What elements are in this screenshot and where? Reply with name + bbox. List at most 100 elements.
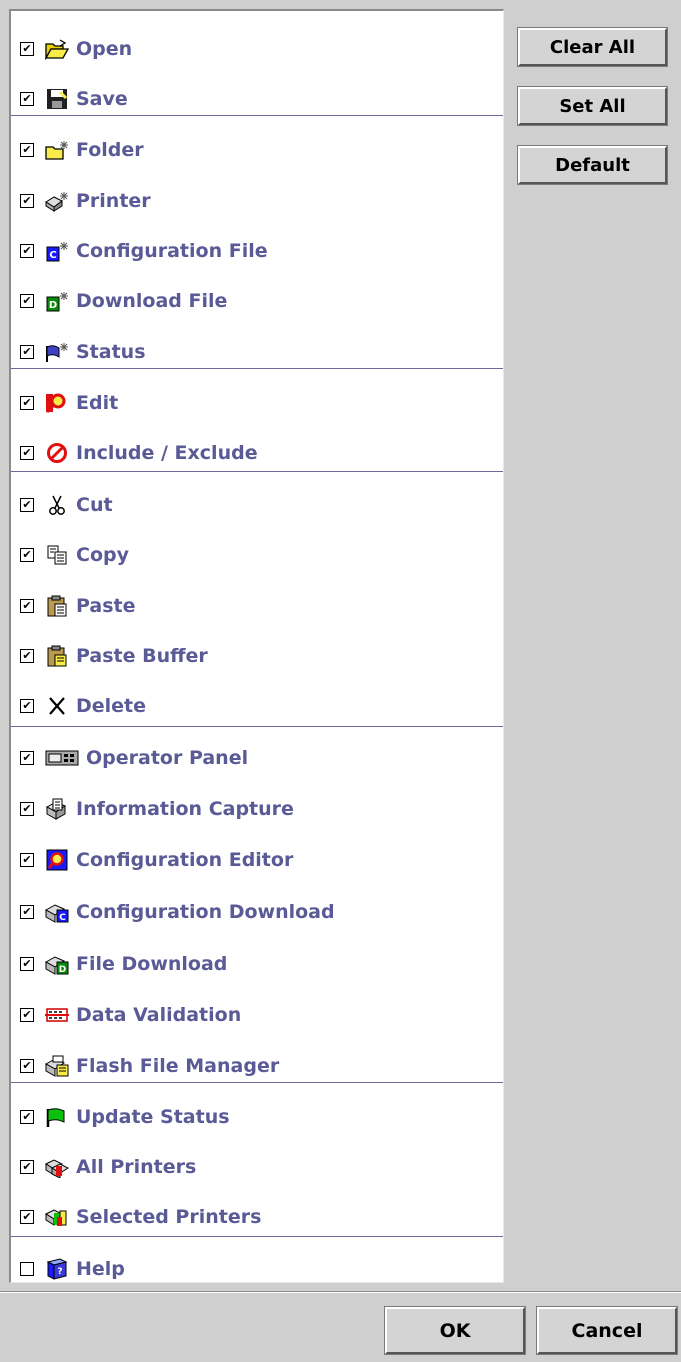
checkbox[interactable]: ✔ — [20, 143, 34, 157]
checkbox[interactable]: ✔ — [20, 905, 34, 919]
flash-file-manager-icon — [44, 1054, 70, 1078]
item-label: Printer — [76, 190, 151, 212]
ok-button[interactable]: OK — [384, 1306, 526, 1355]
checkbox[interactable]: ✔ — [20, 345, 34, 359]
svg-text:C: C — [59, 913, 66, 923]
item-label: Update Status — [76, 1106, 230, 1128]
list-item-information-capture[interactable]: ✔ Information Capture — [11, 787, 503, 831]
set-all-button[interactable]: Set All — [517, 86, 668, 126]
paste-clipboard-icon — [44, 594, 70, 618]
prohibited-icon — [44, 441, 70, 465]
new-printer-icon — [44, 189, 70, 213]
checkbox[interactable]: ✔ — [20, 599, 34, 613]
scissors-icon — [44, 493, 70, 517]
checkbox[interactable]: ✔ — [20, 699, 34, 713]
help-book-icon: ? — [44, 1257, 70, 1281]
list-item-configuration-editor[interactable]: ✔ Configuration Editor — [11, 838, 503, 882]
list-item-help[interactable]: ? Help — [11, 1247, 503, 1291]
save-disk-icon — [44, 87, 70, 111]
list-item-operator-panel[interactable]: ✔ Operator Panel — [11, 736, 503, 780]
selected-printers-icon — [44, 1205, 70, 1229]
list-item-download-file[interactable]: ✔ D Download File — [11, 279, 503, 323]
item-label: Status — [76, 341, 146, 363]
separator — [11, 115, 503, 116]
item-label: Paste Buffer — [76, 645, 208, 667]
bottom-divider — [0, 1291, 681, 1293]
list-item-open[interactable]: ✔ Open — [11, 27, 503, 71]
list-item-folder[interactable]: ✔ Folder — [11, 128, 503, 172]
checkbox[interactable] — [20, 1262, 34, 1276]
separator — [11, 1082, 503, 1083]
item-label: Copy — [76, 544, 129, 566]
item-label: Configuration File — [76, 240, 268, 262]
list-item-data-validation[interactable]: ✔ Data Validation — [11, 993, 503, 1037]
checkbox[interactable]: ✔ — [20, 396, 34, 410]
svg-text:D: D — [49, 300, 57, 311]
copy-icon — [44, 543, 70, 567]
checkbox[interactable]: ✔ — [20, 649, 34, 663]
item-label: Cut — [76, 494, 113, 516]
operator-panel-icon — [44, 746, 80, 770]
new-folder-icon — [44, 138, 70, 162]
list-item-file-download[interactable]: ✔ D File Download — [11, 942, 503, 986]
list-item-all-printers[interactable]: ✔ All Printers — [11, 1145, 503, 1189]
item-label: Include / Exclude — [76, 442, 258, 464]
checkbox[interactable]: ✔ — [20, 1160, 34, 1174]
list-item-copy[interactable]: ✔ Copy — [11, 533, 503, 577]
separator — [11, 1236, 503, 1237]
checkbox[interactable]: ✔ — [20, 1210, 34, 1224]
checkbox[interactable]: ✔ — [20, 92, 34, 106]
checkbox[interactable]: ✔ — [20, 244, 34, 258]
toolbar-items-list: ✔ Open ✔ Save ✔ Folder ✔ Printer ✔ C Con… — [9, 9, 504, 1283]
clear-all-button[interactable]: Clear All — [517, 27, 668, 67]
open-folder-icon — [44, 37, 70, 61]
list-item-selected-printers[interactable]: ✔ Selected Printers — [11, 1195, 503, 1239]
checkbox[interactable]: ✔ — [20, 42, 34, 56]
list-item-include-exclude[interactable]: ✔ Include / Exclude — [11, 431, 503, 475]
new-status-flag-icon — [44, 340, 70, 364]
list-item-paste-buffer[interactable]: ✔ Paste Buffer — [11, 634, 503, 678]
file-download-icon: D — [44, 952, 70, 976]
checkbox[interactable]: ✔ — [20, 1110, 34, 1124]
checkbox[interactable]: ✔ — [20, 751, 34, 765]
data-validation-icon — [44, 1003, 70, 1027]
item-label: Operator Panel — [86, 747, 249, 769]
checkbox[interactable]: ✔ — [20, 957, 34, 971]
edit-magnifier-icon — [44, 391, 70, 415]
checkbox[interactable]: ✔ — [20, 294, 34, 308]
cancel-button[interactable]: Cancel — [536, 1306, 678, 1355]
checkbox[interactable]: ✔ — [20, 853, 34, 867]
item-label: Folder — [76, 139, 144, 161]
item-label: Configuration Download — [76, 901, 335, 923]
list-item-cut[interactable]: ✔ Cut — [11, 483, 503, 527]
item-label: Open — [76, 38, 133, 60]
checkbox[interactable]: ✔ — [20, 548, 34, 562]
checkbox[interactable]: ✔ — [20, 1008, 34, 1022]
checkbox[interactable]: ✔ — [20, 498, 34, 512]
checkbox[interactable]: ✔ — [20, 194, 34, 208]
information-capture-icon — [44, 797, 70, 821]
list-item-update-status[interactable]: ✔ Update Status — [11, 1095, 503, 1139]
item-label: All Printers — [76, 1156, 197, 1178]
configuration-editor-icon — [44, 848, 70, 872]
paste-buffer-icon — [44, 644, 70, 668]
default-button[interactable]: Default — [517, 145, 668, 185]
list-item-paste[interactable]: ✔ Paste — [11, 584, 503, 628]
new-download-file-icon: D — [44, 289, 70, 313]
checkbox[interactable]: ✔ — [20, 802, 34, 816]
configuration-download-icon: C — [44, 900, 70, 924]
list-item-delete[interactable]: ✔ Delete — [11, 684, 503, 728]
checkbox[interactable]: ✔ — [20, 1059, 34, 1073]
item-label: Paste — [76, 595, 136, 617]
list-item-configuration-download[interactable]: ✔ C Configuration Download — [11, 890, 503, 934]
list-item-edit[interactable]: ✔ Edit — [11, 381, 503, 425]
item-label: Data Validation — [76, 1004, 242, 1026]
checkbox[interactable]: ✔ — [20, 446, 34, 460]
delete-x-icon — [44, 694, 70, 718]
all-printers-icon — [44, 1155, 70, 1179]
separator — [11, 368, 503, 369]
item-label: Edit — [76, 392, 119, 414]
item-label: Help — [76, 1258, 125, 1280]
list-item-printer[interactable]: ✔ Printer — [11, 179, 503, 223]
list-item-configuration-file[interactable]: ✔ C Configuration File — [11, 229, 503, 273]
